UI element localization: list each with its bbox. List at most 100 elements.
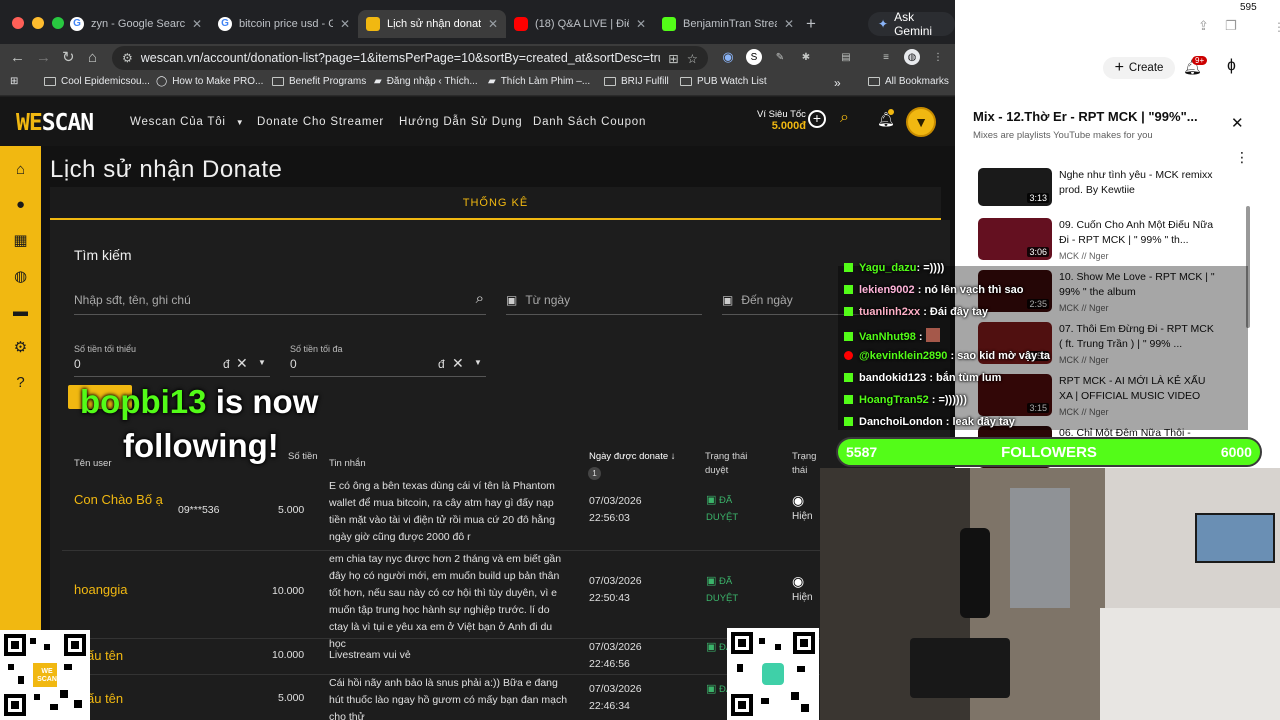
playlist-menu-icon[interactable]: ⋮ [1235, 149, 1249, 166]
visibility-label[interactable]: Hiện [792, 589, 813, 606]
chat-message: bandokid123 : bắn tùm lum [844, 372, 1001, 384]
cast-icon[interactable]: ❐ [1225, 18, 1237, 34]
sidepanel-icon[interactable]: ▤ [838, 49, 854, 65]
table-row: Giấu tên 10.000 Livestream vui vẻ 07/03/… [62, 639, 832, 675]
close-tab-icon[interactable]: ✕ [636, 17, 646, 31]
table-row: Con Chào Bố ạ 09***536 5.000 E có ông a … [62, 478, 832, 551]
new-tab-button[interactable]: + [806, 14, 816, 34]
close-tab-icon[interactable]: ✕ [784, 17, 794, 31]
browser-tab[interactable]: G zyn - Google Search ✕ [62, 10, 210, 38]
visibility-label[interactable]: Hiện [792, 508, 813, 525]
pen-extension-icon[interactable]: ✎ [772, 49, 788, 65]
apps-grid-icon[interactable]: ⊞ [10, 76, 18, 87]
help-icon[interactable]: ? [12, 374, 29, 391]
min-amount-input[interactable]: 0 đ ✕ ▼ [74, 355, 270, 377]
bookmark-item[interactable]: ◯ How to Make PRO... [156, 76, 263, 87]
close-tab-icon[interactable]: ✕ [340, 17, 350, 31]
globe-icon[interactable]: ◍ [12, 268, 29, 285]
browser-tab[interactable]: (18) Q&A LIVE | Điểm L ✕ [506, 10, 654, 38]
user-icon[interactable]: ● [12, 196, 29, 213]
ask-gemini-button[interactable]: ✦ Ask Gemini [868, 10, 955, 38]
status-approved: ▣ ĐÃ DUYỆT [706, 575, 739, 604]
video-duration: 3:06 [1027, 247, 1049, 257]
url-text[interactable]: wescan.vn/account/donation-list?page=1&i… [141, 51, 661, 65]
close-tab-icon[interactable]: ✕ [192, 17, 202, 31]
max-amount-input[interactable]: 0 đ ✕ ▼ [290, 355, 486, 377]
browser-tab[interactable]: BenjaminTran Stream - ✕ [654, 10, 802, 38]
nav-guide[interactable]: Hướng Dẫn Sử Dụng [399, 116, 522, 128]
forward-arrow-icon[interactable]: → [36, 49, 51, 67]
puzzle-icon[interactable]: ✱ [798, 49, 814, 65]
dashboard-icon[interactable]: ▦ [12, 232, 29, 249]
more-icon[interactable]: ⋮ [1273, 20, 1280, 34]
browser-window: G zyn - Google Search ✕ G bitcoin price … [0, 0, 955, 720]
menu-kebab-icon[interactable]: ⋮ [930, 49, 946, 65]
downloads-icon[interactable]: ≡ [878, 49, 894, 65]
approved-cash-icon: ▣ [706, 494, 717, 506]
share-icon[interactable]: ⇪ [1198, 18, 1209, 34]
nav-donate-streamer[interactable]: Donate Cho Streamer [257, 116, 384, 128]
close-playlist-icon[interactable]: ✕ [1231, 114, 1244, 132]
sparkle-icon: ✦ [878, 17, 889, 31]
gear-icon[interactable]: ⚙ [12, 339, 29, 356]
donation-time: 22:56:03 [589, 512, 630, 524]
reload-icon[interactable]: ↻ [62, 49, 75, 67]
donor-name[interactable]: Con Chào Bố ạ [74, 490, 164, 509]
bookmark-item[interactable]: Cool Epidemicsou... [44, 76, 150, 87]
extension-icon[interactable]: ⊞ [668, 51, 678, 66]
globe-icon: ◯ [156, 76, 168, 87]
site-info-icon[interactable]: ⚙ [122, 51, 133, 65]
address-bar[interactable]: ⚙ wescan.vn/account/donation-list?page=1… [112, 46, 708, 70]
premium-icon[interactable]: ɸ [1227, 57, 1236, 75]
donor-name[interactable]: hoanggia [74, 581, 128, 598]
dropdown-caret-icon[interactable]: ▼ [474, 358, 482, 367]
s-extension-icon[interactable]: S [746, 49, 762, 65]
bookmark-item[interactable]: PUB Watch List [680, 76, 767, 87]
minimize-window-button[interactable] [32, 17, 44, 29]
home-icon[interactable]: ⌂ [12, 161, 29, 178]
wallet-balance[interactable]: Ví Siêu Tốc 5.000đ [757, 109, 806, 132]
profile-avatar[interactable]: ◍ [904, 49, 920, 65]
voice-icon[interactable]: ◉ [720, 49, 736, 65]
search-icon[interactable]: ⌕ [476, 290, 484, 307]
wescan-logo[interactable]: WESCAN [16, 110, 94, 136]
eye-icon[interactable]: ◉ [792, 492, 804, 509]
user-avatar[interactable]: ▼ [906, 107, 936, 137]
youtube-badge-icon [844, 351, 853, 360]
nav-my-wescan[interactable]: Wescan Của Tôi ▼ [130, 116, 245, 128]
bookmark-item[interactable]: ▰ Thích Làm Phim –... [488, 76, 590, 87]
search-input[interactable]: Nhập sđt, tên, ghi chú ⌕ [74, 290, 486, 315]
dropdown-caret-icon[interactable]: ▼ [258, 358, 266, 367]
donate-qr-code [727, 628, 819, 720]
site-favicon-icon: ▰ [488, 76, 496, 87]
back-arrow-icon[interactable]: ← [10, 49, 25, 67]
add-funds-icon[interactable]: + [808, 110, 826, 128]
clear-icon[interactable]: ✕ [452, 355, 464, 372]
browser-tab-active[interactable]: Lịch sử nhận donate | W ✕ [358, 10, 506, 38]
eye-icon[interactable]: ◉ [792, 573, 804, 590]
tab-statistics[interactable]: THỐNG KÊ [50, 187, 941, 220]
bookmark-item[interactable]: Benefit Programs [272, 76, 366, 87]
bookmark-item[interactable]: BRIJ Fulfill [604, 76, 669, 87]
emote-image [925, 328, 940, 342]
close-tab-icon[interactable]: ✕ [488, 17, 498, 31]
search-icon[interactable]: ⌕ [840, 109, 849, 127]
browser-tab[interactable]: G bitcoin price usd - Goo ✕ [210, 10, 358, 38]
bookmark-star-icon[interactable]: ☆ [687, 51, 698, 66]
all-bookmarks[interactable]: All Bookmarks [868, 76, 949, 87]
browser-toolbar: ← → ↻ ⌂ ⚙ wescan.vn/account/donation-lis… [0, 44, 955, 72]
home-icon[interactable]: ⌂ [88, 49, 97, 67]
store-icon[interactable]: ▬ [12, 303, 29, 320]
bookmark-item[interactable]: ▰ Đăng nhập ‹ Thích... [374, 76, 478, 87]
more-bookmarks-chevron[interactable]: » [834, 76, 841, 90]
from-date-field[interactable]: ▣ Từ ngày [506, 293, 702, 315]
create-button[interactable]: + Create [1103, 57, 1175, 79]
clear-icon[interactable]: ✕ [236, 355, 248, 372]
column-date[interactable]: Ngày được donate ↓ [589, 450, 676, 464]
nav-coupons[interactable]: Danh Sách Coupon [533, 116, 646, 128]
video-thumbnail: 3:06 [978, 218, 1052, 260]
close-window-button[interactable] [12, 17, 24, 29]
folder-icon [868, 77, 880, 86]
site-favicon-icon: ▰ [374, 76, 382, 87]
playlist-video[interactable]: 3:13 Nghe như tình yêu - MCK remixx prod… [978, 168, 1230, 220]
